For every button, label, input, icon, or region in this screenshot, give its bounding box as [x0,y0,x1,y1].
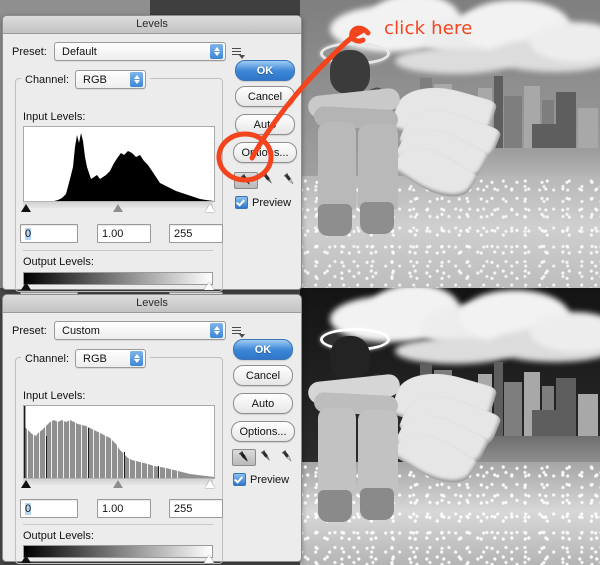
input-highlight-slider[interactable] [205,480,215,488]
input-shadow-field[interactable]: 0 [20,499,78,518]
auto-button[interactable]: Auto [233,393,293,414]
preset-select[interactable]: Custom [54,321,226,340]
channel-select[interactable]: RGB [75,349,147,368]
channel-label: Channel: [25,73,70,86]
set-white-point-eyedropper[interactable] [278,172,300,187]
channel-row: Channel: RGB [21,349,151,368]
output-white-slider[interactable] [204,555,214,563]
dialog-title: Levels [136,297,168,309]
options-button[interactable]: Options... [231,421,295,442]
dialog-titlebar[interactable]: Levels [3,16,301,34]
input-midtone-slider[interactable] [113,480,123,488]
channel-row: Channel: RGB [21,70,151,89]
dialog-titlebar[interactable]: Levels [3,295,301,313]
set-black-point-eyedropper[interactable] [234,172,258,189]
levels-dialog-top[interactable]: Levels Preset: Default Channel: RGB Inpu… [2,15,302,311]
chevron-updown-icon[interactable] [210,44,223,59]
set-white-point-eyedropper[interactable] [276,449,298,464]
output-white-slider[interactable] [204,282,214,290]
preview-label: Preview [250,473,290,486]
output-black-slider[interactable] [21,282,31,290]
set-black-point-eyedropper[interactable] [232,449,256,466]
input-highlight-field[interactable]: 255 [169,224,223,243]
channel-select[interactable]: RGB [75,70,147,89]
preview-checkbox[interactable] [235,196,248,209]
set-gray-point-eyedropper[interactable] [255,449,277,464]
input-midtone-value: 1.00 [102,502,124,515]
input-shadow-field[interactable]: 0 [20,224,78,243]
window-edge-strip [150,0,310,16]
output-black-slider[interactable] [21,555,31,563]
input-shadow-value: 0 [25,227,32,240]
chevron-updown-icon[interactable] [210,323,223,338]
preset-row: Preset: Custom [12,321,245,340]
input-shadow-slider[interactable] [21,204,31,212]
chevron-updown-icon[interactable] [130,72,144,87]
preview-checkbox[interactable] [233,473,246,486]
input-midtone-field[interactable]: 1.00 [97,224,151,243]
cancel-button[interactable]: Cancel [233,365,293,386]
input-highlight-value: 255 [174,502,193,515]
preset-menu-icon[interactable] [232,325,245,338]
divider [23,524,213,525]
input-highlight-slider[interactable] [205,204,215,212]
input-midtone-slider[interactable] [113,204,123,212]
histogram-plot-bottom [24,406,214,478]
divider [23,250,213,251]
input-shadow-slider[interactable] [21,480,31,488]
input-shadow-value: 0 [25,502,32,515]
ok-button[interactable]: OK [233,339,293,360]
chevron-updown-icon[interactable] [130,351,144,366]
auto-button[interactable]: Auto [235,114,295,135]
input-highlight-field[interactable]: 255 [169,499,223,518]
input-midtone-field[interactable]: 1.00 [97,499,151,518]
channel-label: Channel: [25,352,70,365]
screenshot-stage: Levels Preset: Default Channel: RGB Inpu… [0,0,600,565]
input-midtone-value: 1.00 [102,227,124,240]
output-levels-gradient-bar[interactable] [23,545,213,558]
click-here-annotation-label: click here [384,18,473,39]
preset-value: Default [62,45,97,58]
histogram-plot-top [24,133,214,201]
preview-label: Preview [252,196,292,209]
preset-label: Preset: [12,324,47,337]
preset-menu-icon[interactable] [232,46,245,59]
levels-dialog-bottom[interactable]: Levels Preset: Custom Channel: RGB Input… [2,294,302,564]
preset-label: Preset: [12,45,47,58]
preset-row: Preset: Default [12,42,245,61]
photo-angel-original [300,0,600,288]
output-levels-label: Output Levels: [23,530,94,542]
input-highlight-value: 255 [174,227,193,240]
output-levels-gradient-bar[interactable] [23,272,213,285]
photo-angel-adjusted [300,288,600,565]
set-gray-point-eyedropper[interactable] [257,172,279,187]
input-levels-label: Input Levels: [23,111,86,123]
options-button[interactable]: Options... [233,142,297,163]
cancel-button[interactable]: Cancel [235,86,295,107]
channel-value: RGB [83,352,107,365]
preview-checkbox-row[interactable]: Preview [235,196,291,209]
input-levels-histogram[interactable] [23,405,215,479]
preset-select[interactable]: Default [54,42,226,61]
output-levels-label: Output Levels: [23,256,94,268]
preset-value: Custom [62,324,100,337]
input-levels-histogram[interactable] [23,126,215,202]
input-levels-label: Input Levels: [23,390,86,402]
channel-value: RGB [83,73,107,86]
preview-checkbox-row[interactable]: Preview [233,473,289,486]
ok-button[interactable]: OK [235,60,295,81]
dialog-title: Levels [136,18,168,30]
